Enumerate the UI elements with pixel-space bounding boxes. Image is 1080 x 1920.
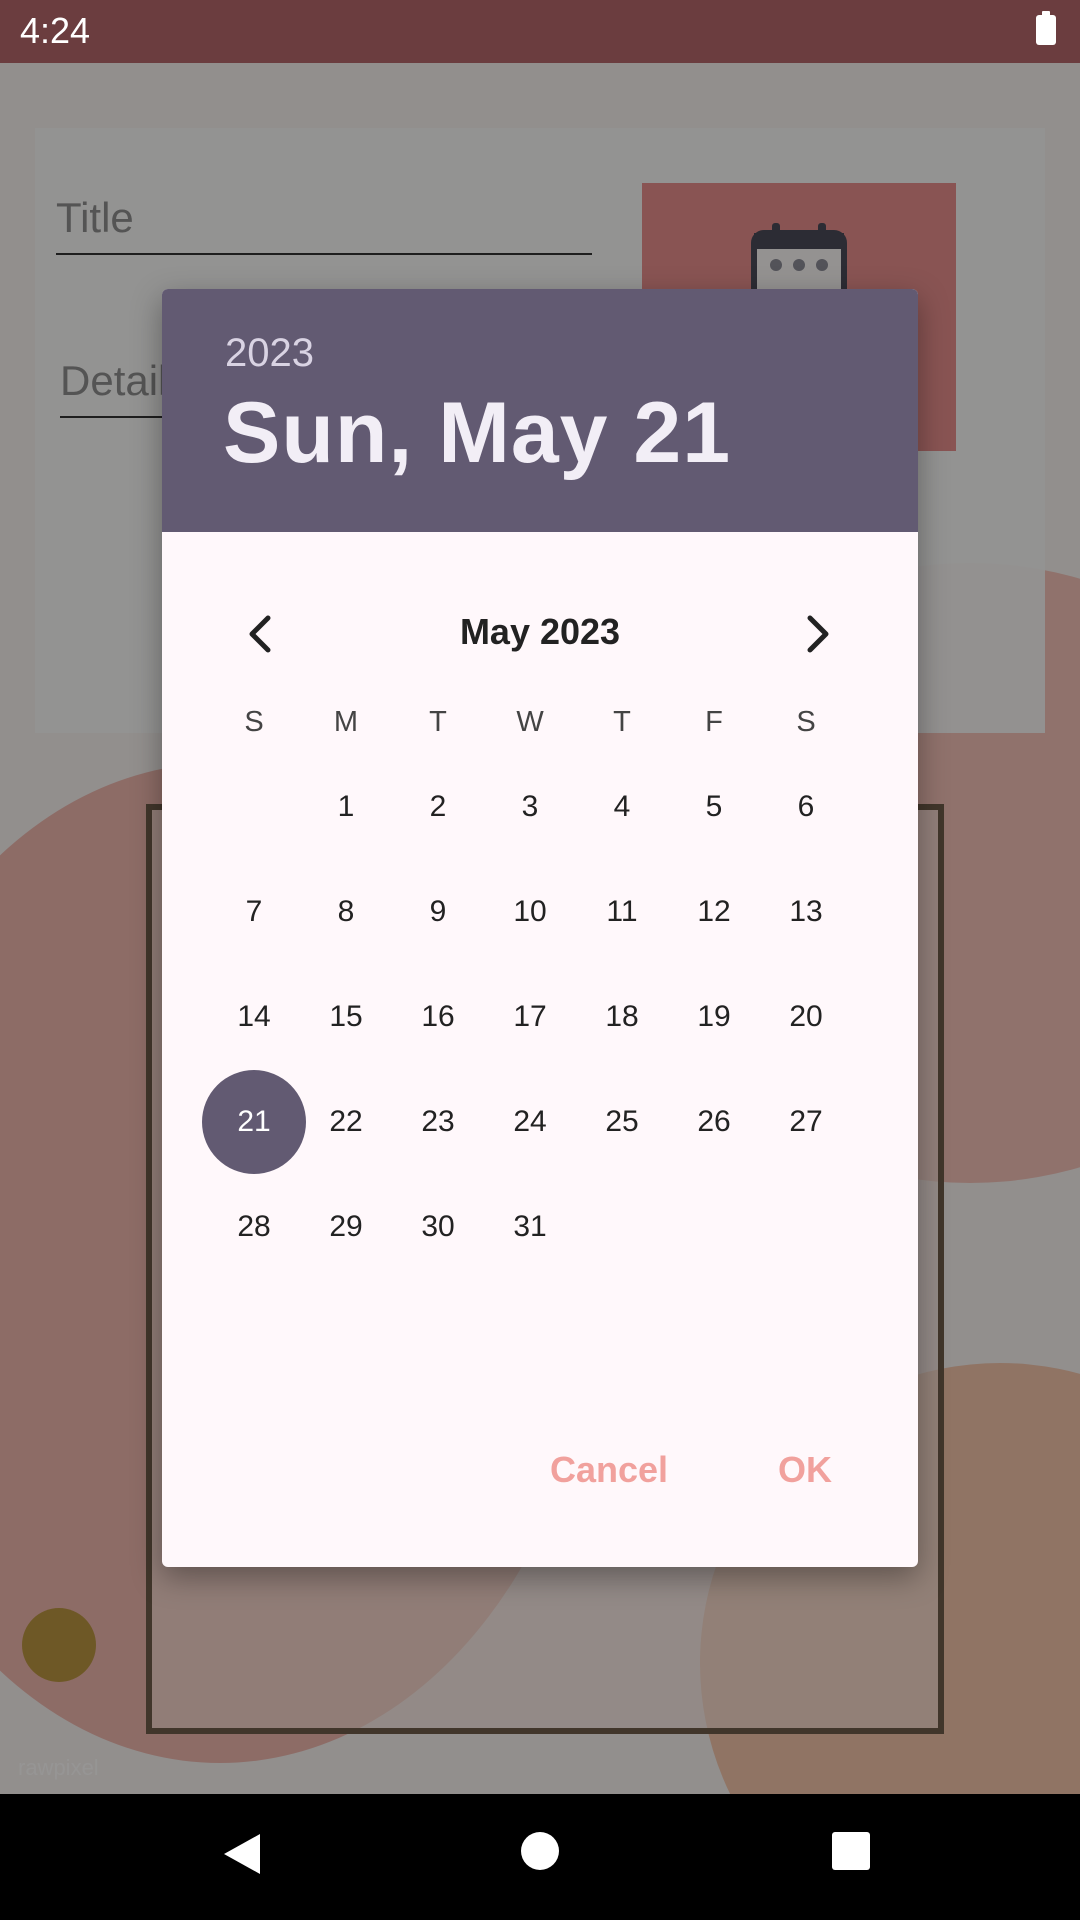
week-row: 21 22 23 24 25 26 27: [202, 1070, 852, 1174]
day-cell[interactable]: 21: [208, 1092, 300, 1152]
day-cell[interactable]: 8: [300, 882, 392, 942]
day-cell[interactable]: 17: [484, 987, 576, 1047]
day-cell[interactable]: 6: [760, 777, 852, 837]
day-cell[interactable]: 10: [484, 882, 576, 942]
status-bar: 4:24: [0, 0, 1080, 63]
day-cell[interactable]: 2: [392, 777, 484, 837]
day-cell[interactable]: 13: [760, 882, 852, 942]
day-cell[interactable]: 30: [392, 1197, 484, 1257]
day-cell[interactable]: 3: [484, 777, 576, 837]
day-cell[interactable]: 26: [668, 1092, 760, 1152]
dialog-header: 2023 Sun, May 21: [162, 289, 918, 532]
week-row: 14 15 16 17 18 19 20: [208, 987, 852, 1047]
header-year[interactable]: 2023: [225, 331, 314, 376]
day-cell[interactable]: 23: [392, 1092, 484, 1152]
day-cell[interactable]: 31: [484, 1197, 576, 1257]
weekday-label: T: [613, 706, 631, 738]
day-cell[interactable]: 18: [576, 987, 668, 1047]
weekday-label: T: [429, 706, 447, 738]
day-cell[interactable]: 4: [576, 777, 668, 837]
day-cell[interactable]: 27: [760, 1092, 852, 1152]
ok-button[interactable]: OK: [778, 1449, 832, 1491]
weekday-label: W: [516, 706, 544, 738]
date-picker-dialog: 2023 Sun, May 21 May 2023 S M T W T F S …: [162, 289, 918, 1567]
chevron-right-icon: [807, 615, 829, 653]
day-cell[interactable]: 9: [392, 882, 484, 942]
day-cell[interactable]: 22: [300, 1092, 392, 1152]
day-cell[interactable]: 7: [208, 882, 300, 942]
week-row: 123456: [208, 777, 852, 837]
day-cell[interactable]: 12: [668, 882, 760, 942]
cancel-button[interactable]: Cancel: [550, 1449, 668, 1491]
status-time: 4:24: [20, 10, 91, 51]
weekday-label: M: [333, 706, 359, 738]
weekday-label: S: [244, 706, 264, 738]
day-cell[interactable]: 19: [668, 987, 760, 1047]
system-nav-bar: [0, 1794, 1080, 1920]
back-icon[interactable]: [222, 1832, 262, 1876]
home-icon[interactable]: [521, 1832, 559, 1870]
weekday-header: S M T W T F S: [208, 692, 852, 752]
day-cell[interactable]: 24: [484, 1092, 576, 1152]
header-selected-date[interactable]: Sun, May 21: [223, 384, 731, 483]
dialog-actions: Cancel OK: [162, 1449, 918, 1519]
day-cell[interactable]: 15: [300, 987, 392, 1047]
day-cell[interactable]: 14: [208, 987, 300, 1047]
day-cell[interactable]: 5: [668, 777, 760, 837]
battery-icon: [1036, 11, 1056, 45]
day-cell[interactable]: 28: [208, 1197, 300, 1257]
day-cell[interactable]: 16: [392, 987, 484, 1047]
day-cell[interactable]: 29: [300, 1197, 392, 1257]
next-month-button[interactable]: [783, 599, 853, 669]
day-cell[interactable]: 25: [576, 1092, 668, 1152]
recents-icon[interactable]: [832, 1832, 870, 1870]
week-row: 28 29 30 31: [208, 1197, 852, 1257]
week-row: 7 8 9 10 11 12 13: [208, 882, 852, 942]
day-cell[interactable]: 11: [576, 882, 668, 942]
month-navigation: May 2023: [162, 599, 918, 669]
weekday-label: F: [705, 706, 723, 738]
day-cell[interactable]: 20: [760, 987, 852, 1047]
weekday-label: S: [796, 706, 816, 738]
day-cell[interactable]: 1: [300, 777, 392, 837]
